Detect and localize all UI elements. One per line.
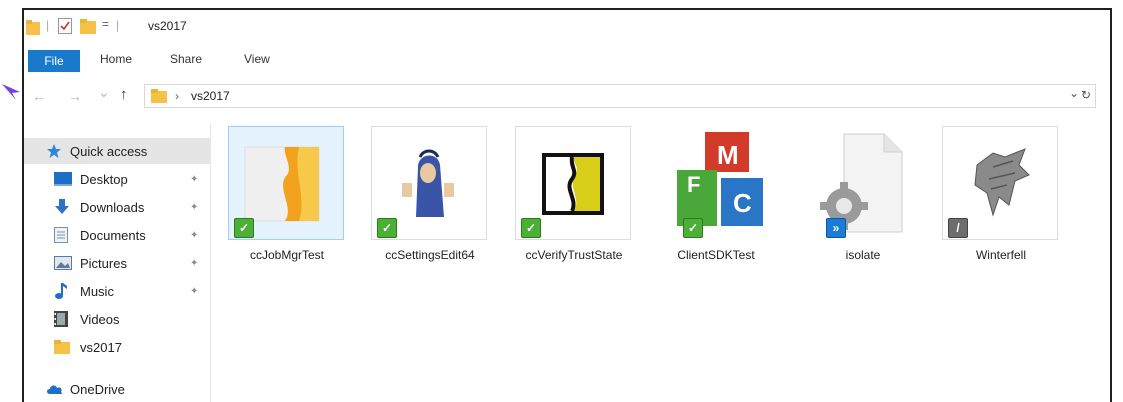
svg-text:C: C — [733, 188, 752, 218]
sidebar-item-label: Documents — [80, 227, 146, 243]
sidebar-item-videos[interactable]: Videos — [24, 306, 210, 332]
pane-divider[interactable] — [210, 124, 211, 402]
refresh-button[interactable]: ↻ — [1081, 88, 1091, 102]
title-bar: | = | vs2017 — [24, 10, 1110, 46]
sidebar-item-documents[interactable]: Documents ✦ — [24, 222, 210, 248]
svg-text:F: F — [687, 172, 700, 197]
svg-text:M: M — [717, 140, 739, 170]
recent-locations-button[interactable]: ⌄ — [98, 84, 110, 101]
file-name[interactable]: ccJobMgrTest — [228, 248, 346, 262]
sidebar-item-desktop[interactable]: Desktop ✦ — [24, 166, 210, 192]
sidebar-item-onedrive[interactable]: OneDrive — [24, 376, 210, 402]
file-explorer-window: | = | vs2017 File Home Share View ← → ⌄ … — [22, 8, 1112, 402]
sidebar-item-label: Quick access — [70, 143, 148, 159]
file-name[interactable]: ccSettingsEdit64 — [371, 248, 489, 262]
pointer-arrow-icon — [2, 84, 20, 100]
tab-share[interactable]: Share — [170, 52, 202, 66]
window-title: vs2017 — [148, 19, 187, 33]
sidebar-item-label: Downloads — [80, 199, 145, 215]
checkmark-badge-icon: ✓ — [683, 218, 703, 238]
folder-icon — [26, 20, 40, 35]
pin-icon[interactable]: ✦ — [190, 258, 198, 269]
ignored-badge-icon: / — [948, 218, 968, 238]
run-badge-icon: » — [826, 218, 846, 238]
folder-icon — [54, 340, 70, 354]
breadcrumb-separator[interactable]: › — [175, 89, 179, 103]
sidebar-item-label: Videos — [80, 311, 120, 327]
up-button[interactable]: ↑ — [120, 86, 128, 103]
sidebar-item-label: Music — [80, 283, 114, 299]
desktop-icon — [54, 172, 72, 186]
file-item-winterfell[interactable]: / Winterfell — [942, 126, 1060, 296]
sidebar-item-downloads[interactable]: Downloads ✦ — [24, 194, 210, 220]
folder-icon — [151, 89, 167, 103]
qa-dropdown-icon[interactable]: = — [102, 17, 109, 31]
checkmark-badge-icon: ✓ — [234, 218, 254, 238]
file-item-ccjobmgrtest[interactable]: ✓ ccJobMgrTest — [228, 126, 346, 296]
sidebar-item-music[interactable]: Music ✦ — [24, 278, 210, 304]
sidebar-item-quick-access[interactable]: Quick access — [24, 138, 210, 164]
pin-icon[interactable]: ✦ — [190, 174, 198, 185]
pin-icon[interactable]: ✦ — [190, 286, 198, 297]
sidebar-item-label: vs2017 — [80, 339, 122, 355]
back-button[interactable]: ← — [32, 88, 46, 104]
sidebar-item-vs2017[interactable]: vs2017 — [24, 334, 210, 360]
video-icon — [54, 311, 68, 327]
sidebar-item-label: OneDrive — [70, 381, 125, 397]
file-item-ccsettingsedit64[interactable]: ✓ ccSettingsEdit64 — [371, 126, 489, 296]
tab-home[interactable]: Home — [100, 52, 132, 66]
file-name[interactable]: ccVerifyTrustState — [515, 248, 633, 262]
title-separator: | — [46, 18, 50, 32]
file-name[interactable]: ClientSDKTest — [657, 248, 775, 262]
music-note-icon — [55, 283, 67, 299]
address-bar[interactable]: › vs2017 ⌄ ↻ — [144, 84, 1096, 108]
checkmark-badge-icon: ✓ — [521, 218, 541, 238]
forward-button[interactable]: → — [68, 88, 82, 104]
sidebar-item-pictures[interactable]: Pictures ✦ — [24, 250, 210, 276]
address-dropdown-button[interactable]: ⌄ — [1069, 86, 1079, 100]
navigation-pane: Quick access Desktop ✦ Downloads ✦ Docum… — [24, 124, 210, 402]
file-name[interactable]: isolate — [804, 248, 922, 262]
checkmark-badge-icon: ✓ — [377, 218, 397, 238]
file-name[interactable]: Winterfell — [942, 248, 1060, 262]
properties-icon[interactable] — [58, 18, 72, 34]
sidebar-item-label: Pictures — [80, 255, 127, 271]
title-separator: | — [116, 18, 120, 32]
gear-page-icon — [820, 133, 903, 233]
mfc-cubes-icon: M F C — [677, 132, 763, 226]
tab-file[interactable]: File — [28, 50, 80, 72]
cloud-icon — [47, 385, 63, 394]
file-item-ccverifytruststate[interactable]: ✓ ccVerifyTrustState — [515, 126, 633, 296]
download-arrow-icon — [55, 199, 69, 214]
document-icon — [54, 227, 68, 243]
file-item-isolate[interactable]: » isolate — [804, 126, 922, 296]
breadcrumb-vs2017[interactable]: vs2017 — [191, 89, 230, 103]
navigation-bar: ← → ⌄ ↑ › vs2017 ⌄ ↻ — [24, 82, 1110, 112]
star-icon — [47, 144, 61, 158]
new-folder-icon[interactable] — [80, 18, 96, 34]
ribbon-tabs: File Home Share View — [24, 48, 1110, 72]
sidebar-item-label: Desktop — [80, 171, 128, 187]
pin-icon[interactable]: ✦ — [190, 202, 198, 213]
file-item-clientsdktest[interactable]: M F C ✓ ClientSDKTest — [657, 126, 775, 296]
pictures-icon — [54, 256, 72, 270]
tab-view[interactable]: View — [244, 52, 270, 66]
pin-icon[interactable]: ✦ — [190, 230, 198, 241]
